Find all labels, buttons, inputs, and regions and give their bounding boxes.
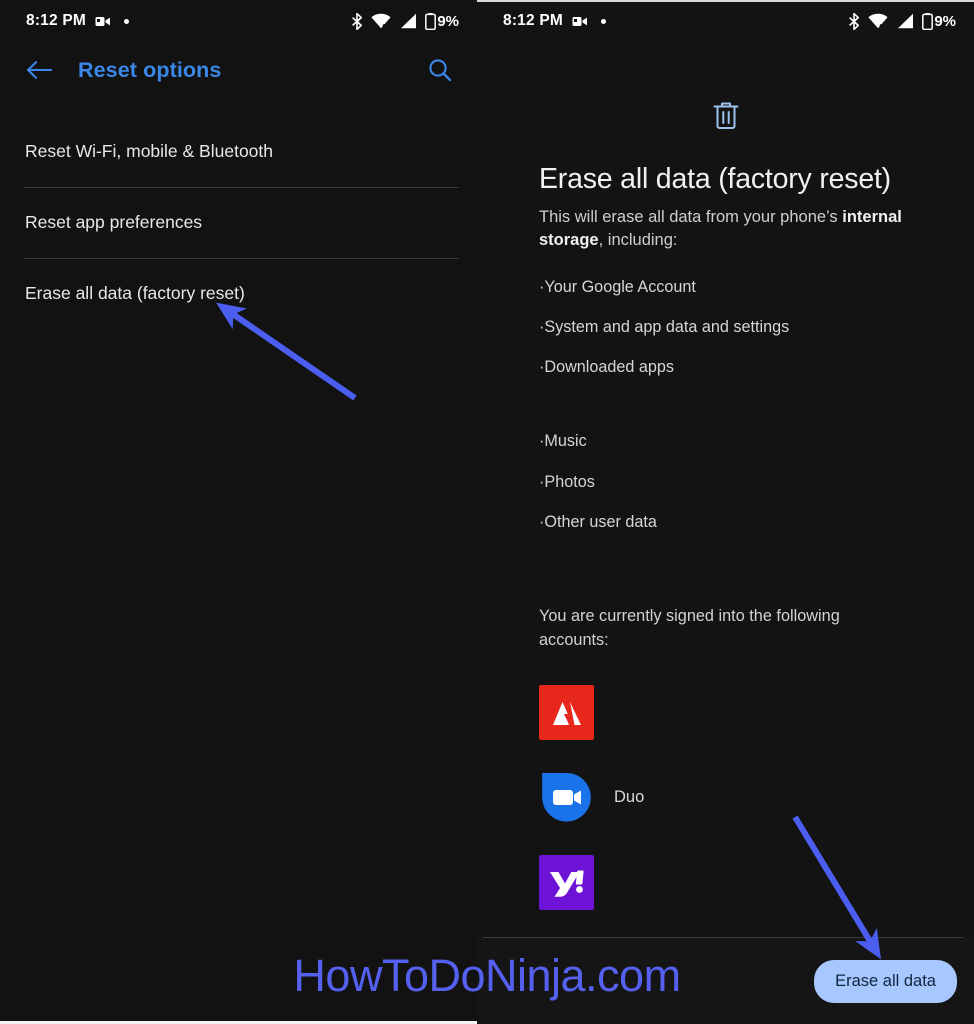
battery-percentage: 9% bbox=[934, 12, 956, 30]
list-item-label: Erase all data (factory reset) bbox=[25, 283, 245, 303]
bullet-item: ·Photos bbox=[539, 472, 595, 491]
account-row-yahoo bbox=[539, 840, 950, 925]
adobe-icon bbox=[539, 685, 594, 741]
search-icon[interactable] bbox=[423, 53, 457, 87]
status-bar-left-group: 8:12 PM bbox=[26, 12, 129, 30]
battery-percentage: 9% bbox=[437, 12, 459, 30]
status-bar-time: 8:12 PM bbox=[503, 12, 563, 29]
status-bar-right-group: 9% bbox=[343, 12, 459, 30]
status-dot-icon bbox=[600, 18, 606, 24]
left-phone-panel: 8:12 PM 9% Reset options Reset Wi-Fi, mo… bbox=[0, 0, 477, 1024]
bullet-item: ·Music bbox=[539, 432, 587, 451]
left-toolbar: Reset options bbox=[0, 42, 477, 98]
erase-bullets-group-1: ·Your Google Account ·System and app dat… bbox=[539, 267, 950, 388]
status-bar-right-group: 9% bbox=[840, 12, 956, 30]
cellular-signal-icon bbox=[399, 13, 417, 29]
wifi-icon bbox=[868, 13, 888, 29]
cellular-signal-icon bbox=[896, 13, 914, 29]
account-label: Duo bbox=[614, 788, 645, 807]
status-bar-time: 8:12 PM bbox=[26, 12, 86, 29]
battery-icon bbox=[425, 12, 437, 30]
status-dot-icon bbox=[123, 18, 129, 24]
duo-icon bbox=[539, 770, 594, 825]
bluetooth-icon bbox=[848, 12, 860, 30]
account-row-duo: Duo bbox=[539, 755, 950, 840]
erase-data-description: This will erase all data from your phone… bbox=[539, 206, 927, 253]
bullet-item: ·Other user data bbox=[539, 512, 657, 531]
screen-record-icon bbox=[95, 15, 111, 28]
reset-options-list: Reset Wi-Fi, mobile & Bluetooth Reset ap… bbox=[0, 116, 477, 329]
page-title: Reset options bbox=[78, 57, 222, 82]
list-item-erase-all-data[interactable]: Erase all data (factory reset) bbox=[0, 258, 477, 329]
list-item-reset-network[interactable]: Reset Wi-Fi, mobile & Bluetooth bbox=[0, 116, 477, 187]
erase-data-content: Erase all data (factory reset) This will… bbox=[477, 100, 974, 1010]
list-item-label: Reset Wi-Fi, mobile & Bluetooth bbox=[25, 141, 274, 161]
status-bar-right: 8:12 PM 9% bbox=[477, 0, 974, 42]
erase-all-data-button[interactable]: Erase all data bbox=[814, 960, 957, 1003]
battery-icon bbox=[922, 12, 934, 30]
erase-data-title: Erase all data (factory reset) bbox=[539, 163, 891, 195]
description-pre: This will erase all data from your phone… bbox=[539, 208, 843, 226]
status-bar-left: 8:12 PM 9% bbox=[0, 0, 477, 42]
list-item-label: Reset app preferences bbox=[25, 212, 203, 232]
list-item-reset-app-preferences[interactable]: Reset app preferences bbox=[0, 187, 477, 258]
erase-bullets-group-2: ·Music ·Photos ·Other user data bbox=[539, 421, 950, 542]
screen-record-icon bbox=[572, 15, 588, 28]
yahoo-icon bbox=[539, 855, 594, 911]
bullet-item: ·System and app data and settings bbox=[539, 318, 790, 337]
trash-icon bbox=[712, 100, 740, 135]
bottom-action-bar: Erase all data bbox=[477, 938, 974, 1024]
status-bar-left-group: 8:12 PM bbox=[503, 12, 606, 30]
bullet-item: ·Downloaded apps bbox=[539, 358, 674, 377]
screenshot-root: 8:12 PM 9% Reset options Reset Wi-Fi, mo… bbox=[0, 0, 974, 1024]
account-row-adobe bbox=[539, 670, 950, 755]
signed-in-accounts-note: You are currently signed into the follow… bbox=[539, 607, 840, 649]
bullet-item: ·Your Google Account bbox=[539, 277, 696, 296]
wifi-icon bbox=[371, 13, 391, 29]
description-post: , including: bbox=[598, 231, 678, 250]
bluetooth-icon bbox=[351, 12, 363, 30]
trash-icon-wrapper bbox=[501, 100, 950, 135]
right-phone-panel: 8:12 PM 9% Erase all data (factory reset… bbox=[477, 0, 974, 1024]
arrow-back-icon[interactable] bbox=[22, 53, 56, 87]
